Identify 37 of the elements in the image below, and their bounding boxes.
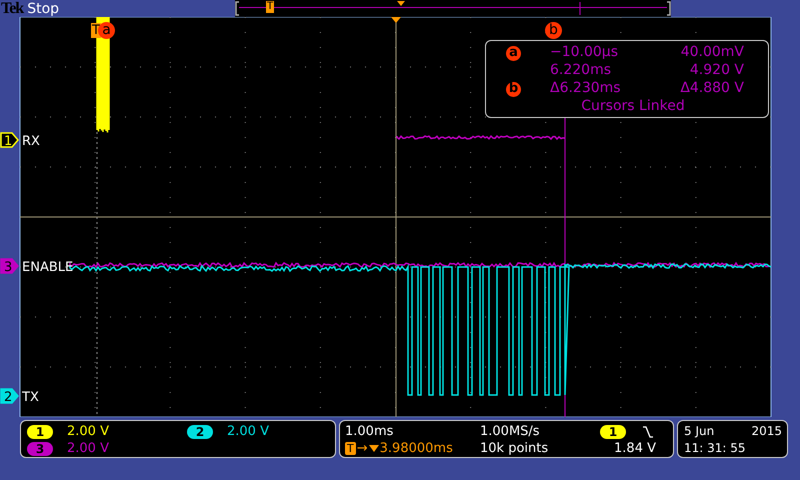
date-day: 5 Jun	[684, 424, 742, 438]
falling-edge-icon	[640, 424, 654, 438]
trigger-source-badge[interactable]: 1	[600, 424, 626, 438]
cursor-time: 6.220ms	[550, 62, 612, 78]
acquisition-status: Stop	[27, 0, 60, 16]
trigger-marker: T	[345, 442, 356, 455]
cursor-status: Cursors Linked	[580, 98, 686, 114]
date-year: 2015	[750, 424, 782, 438]
channel-badge[interactable]: 3	[27, 442, 53, 456]
arrow-glyph: →	[356, 441, 368, 456]
channel-label: ENABLE	[22, 260, 74, 275]
channel-marker[interactable]: 1	[0, 132, 19, 149]
channel-label: RX	[22, 134, 40, 149]
cursor-label: a	[506, 46, 521, 60]
vertical-scale: 2.00 V	[67, 441, 109, 456]
vertical-scale: 2.00 V	[67, 424, 109, 439]
trigger-position-marker: T	[266, 1, 274, 13]
sample-rate: 1.00MS/s	[480, 424, 541, 439]
down-triangle-icon	[368, 444, 379, 452]
channel-marker[interactable]: 2	[0, 388, 19, 405]
vertical-scale: 2.00 V	[227, 424, 269, 439]
channel-badge[interactable]: 2	[187, 424, 213, 438]
time-scale: 1.00ms	[345, 424, 394, 439]
record-length: 10k points	[480, 441, 550, 456]
cursor-value: Δ4.880 V	[679, 80, 745, 96]
cursor-time: Δ6.230ms	[550, 80, 622, 96]
channel-label: TX	[22, 390, 39, 405]
channel-badge[interactable]: 1	[27, 424, 53, 438]
cursor-time: −10.00µs	[550, 44, 620, 60]
cursor-value: 4.920 V	[688, 62, 745, 78]
clock-time: 11: 31: 55	[684, 440, 747, 454]
brand-logo: Tek	[1, 0, 24, 18]
cursor-label: b	[506, 82, 521, 96]
cursor-value: 40.00mV	[680, 44, 745, 60]
trigger-delay: 3.98000ms	[380, 441, 453, 456]
trigger-level: 1.84 V	[613, 441, 657, 456]
channel-marker[interactable]: 3	[0, 258, 19, 275]
